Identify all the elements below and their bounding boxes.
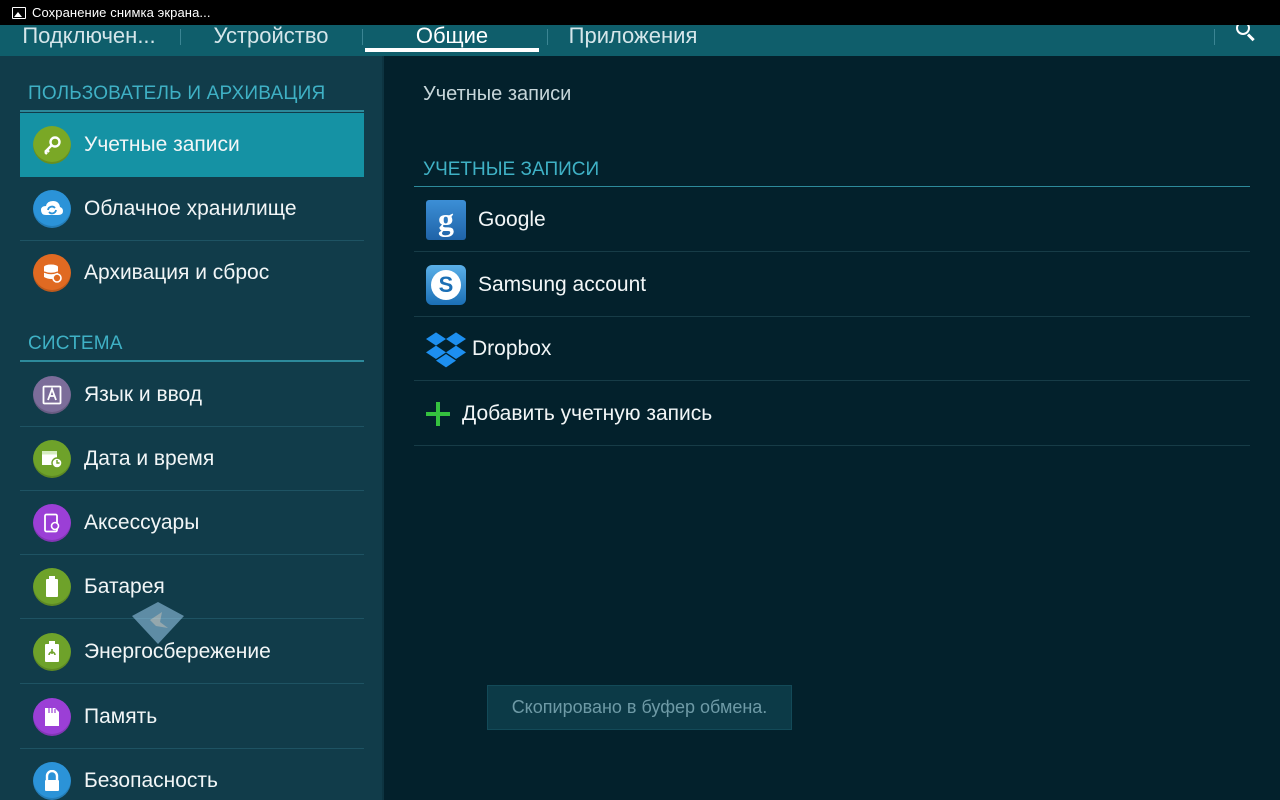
memory-icon	[33, 697, 71, 736]
power-saving-icon	[33, 632, 71, 671]
tab-applications[interactable]: Приложения	[558, 25, 708, 56]
sidebar-item-label: Учетные записи	[84, 133, 240, 156]
samsung-account-icon: S	[426, 264, 466, 305]
tab-bar: Подключен... Устройство Общие Приложения	[0, 25, 1280, 56]
sidebar-item-label: Безопасность	[84, 769, 218, 792]
dropbox-icon	[426, 329, 466, 369]
sidebar-item-cloud[interactable]: Облачное хранилище	[20, 177, 364, 241]
tab-divider	[1214, 29, 1215, 45]
sidebar-item-memory[interactable]: Память	[20, 685, 364, 749]
sidebar-item-label: Память	[84, 704, 158, 728]
account-label: Dropbox	[472, 336, 552, 360]
sidebar-item-label: Архивация и сброс	[84, 261, 270, 284]
tab-divider	[547, 29, 548, 45]
watermark-logo	[132, 602, 184, 644]
account-row-google[interactable]: g Google	[414, 188, 1250, 252]
sidebar-item-label: Дата и время	[84, 446, 215, 470]
toast-message: Скопировано в буфер обмена.	[487, 685, 792, 730]
add-account-row[interactable]: Добавить учетную запись	[414, 382, 1250, 446]
account-row-samsung[interactable]: S Samsung account	[414, 253, 1250, 317]
section-header-system: СИСТЕМА	[28, 333, 123, 354]
sidebar-item-security[interactable]: Безопасность	[20, 749, 364, 800]
backup-icon	[33, 254, 71, 292]
sidebar-item-label: Облачное хранилище	[84, 196, 297, 220]
sidebar-item-label: Язык и ввод	[84, 382, 203, 406]
sidebar-item-date-time[interactable]: Дата и время	[20, 427, 364, 491]
section-header-user-backup: ПОЛЬЗОВАТЕЛЬ И АРХИВАЦИЯ	[28, 83, 326, 104]
sidebar-item-power-saving[interactable]: Энергосбережение	[20, 620, 364, 684]
plus-icon	[426, 401, 450, 426]
lock-icon	[33, 762, 71, 800]
section-divider	[20, 360, 364, 362]
tab-device[interactable]: Устройство	[196, 25, 346, 56]
account-label: Samsung account	[478, 272, 647, 296]
language-icon	[33, 375, 71, 414]
cloud-sync-icon	[33, 189, 71, 228]
sidebar-item-battery[interactable]: Батарея	[20, 555, 364, 619]
search-icon[interactable]	[1234, 25, 1258, 45]
accessory-icon	[33, 503, 71, 542]
sidebar-item-label: Батарея	[84, 574, 165, 598]
section-divider	[414, 186, 1250, 187]
accounts-section-header: УЧЕТНЫЕ ЗАПИСИ	[423, 159, 600, 180]
page-title: Учетные записи	[423, 83, 572, 105]
active-tab-indicator	[365, 48, 539, 52]
add-account-label: Добавить учетную запись	[462, 401, 713, 425]
account-label: Google	[478, 207, 546, 231]
status-notification-text: Сохранение снимка экрана...	[32, 5, 211, 20]
key-icon	[33, 126, 71, 164]
sidebar-item-backup-reset[interactable]: Архивация и сброс	[20, 241, 364, 305]
image-icon	[12, 6, 26, 19]
sidebar-item-label: Аксессуары	[84, 510, 200, 534]
battery-icon	[33, 567, 71, 606]
tab-connections[interactable]: Подключен...	[14, 25, 164, 56]
calendar-clock-icon	[33, 439, 71, 478]
status-bar: Сохранение снимка экрана...	[0, 0, 1280, 25]
tab-divider	[362, 29, 363, 45]
tab-divider	[180, 29, 181, 45]
sidebar-item-accounts[interactable]: Учетные записи	[20, 113, 364, 177]
sidebar-item-accessories[interactable]: Аксессуары	[20, 491, 364, 555]
sidebar-item-language-input[interactable]: Язык и ввод	[20, 363, 364, 427]
section-divider	[20, 110, 364, 112]
account-row-dropbox[interactable]: Dropbox	[414, 317, 1250, 381]
google-icon: g	[426, 199, 466, 240]
